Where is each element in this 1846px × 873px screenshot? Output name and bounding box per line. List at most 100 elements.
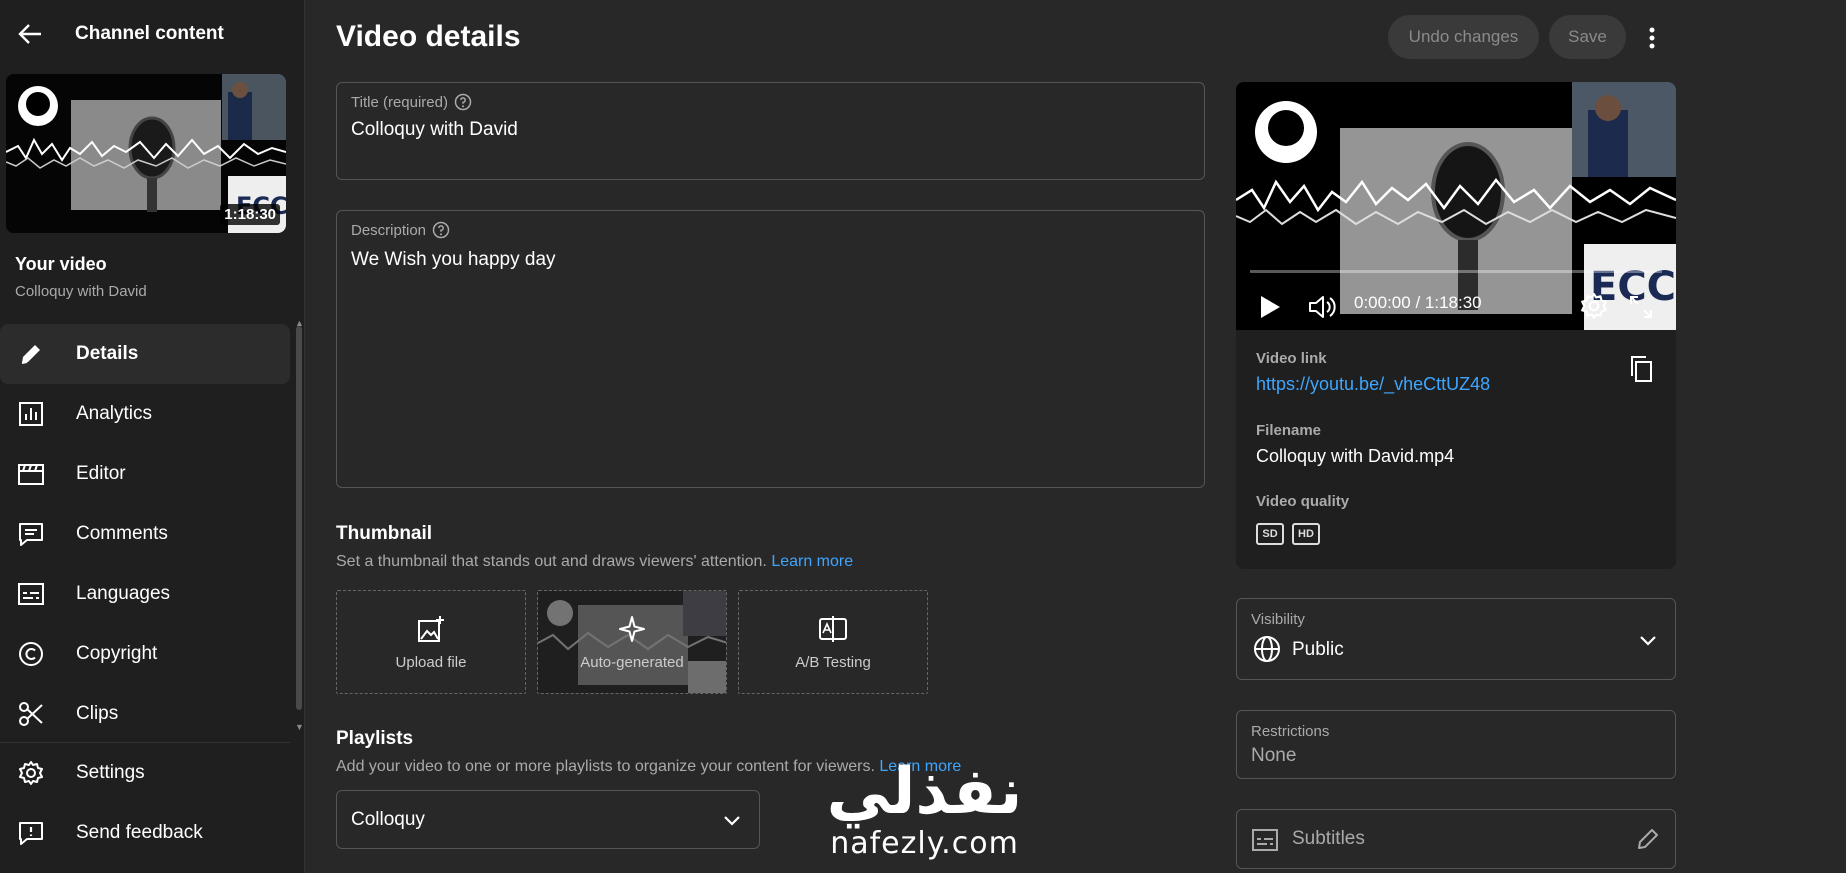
description-input[interactable]: We Wish you happy day [351, 249, 556, 271]
analytics-icon [16, 399, 46, 429]
help-icon[interactable] [432, 221, 450, 239]
restrictions-field[interactable]: Restrictions None [1236, 710, 1676, 779]
help-icon[interactable] [454, 93, 472, 111]
sidebar-item-label: Settings [76, 762, 145, 783]
play-icon[interactable] [1258, 294, 1282, 320]
scroll-up-icon[interactable]: ▲ [295, 318, 304, 328]
fullscreen-icon[interactable] [1628, 294, 1654, 320]
feedback-icon [16, 818, 46, 848]
sd-quality-badge: SD [1256, 523, 1284, 545]
chevron-down-icon [1640, 636, 1656, 646]
watermark-latin: nafezly.com [830, 826, 1019, 861]
sidebar-item-label: Analytics [76, 403, 153, 424]
sidebar-item-send-feedback[interactable]: Send feedback [0, 803, 290, 863]
sidebar-title: Channel content [75, 23, 224, 44]
description-label-text: Description [351, 221, 427, 239]
back-arrow-icon[interactable] [14, 18, 46, 50]
playlists-desc-text: Add your video to one or more playlists … [336, 758, 875, 775]
languages-icon [16, 579, 46, 609]
video-player[interactable]: ECC 0:00:00 / 1:18:30 [1236, 82, 1676, 330]
title-field[interactable]: Title (required) Colloquy with David [336, 82, 1205, 180]
volume-icon[interactable] [1308, 294, 1338, 320]
restrictions-label: Restrictions [1251, 723, 1330, 740]
sparkle-icon [617, 614, 647, 644]
add-image-icon [416, 614, 446, 644]
sidebar-item-label: Copyright [76, 643, 158, 664]
subtitles-field[interactable]: Subtitles [1236, 809, 1676, 869]
comments-icon [16, 519, 46, 549]
title-label-text: Title (required) [351, 93, 448, 111]
upload-file-label: Upload file [395, 653, 467, 671]
sidebar-item-analytics[interactable]: Analytics [0, 384, 290, 444]
undo-changes-button[interactable]: Undo changes [1388, 15, 1539, 59]
filename-value: Colloquy with David.mp4 [1256, 446, 1455, 466]
sidebar-item-settings[interactable]: Settings [0, 743, 290, 803]
sidebar-item-label: Editor [76, 463, 126, 484]
sidebar-item-label: Languages [76, 583, 171, 604]
sidebar-video-name: Colloquy with David [15, 283, 147, 300]
video-link[interactable]: https://youtu.be/_vheCttUZ48 [1256, 374, 1490, 395]
sidebar-scrollbar[interactable] [296, 326, 302, 710]
sidebar-header: Channel content [14, 18, 224, 50]
your-video-label: Your video [15, 254, 107, 274]
video-duration-badge: 1:18:30 [220, 204, 280, 225]
subtitles-placeholder: Subtitles [1292, 828, 1365, 849]
playlist-select[interactable]: Colloquy [336, 790, 760, 849]
video-quality-label: Video quality [1256, 493, 1350, 510]
sidebar-nav: Details Analytics Editor Comments Langua… [0, 324, 290, 744]
description-field[interactable]: Description We Wish you happy day [336, 210, 1205, 488]
sidebar-item-clips[interactable]: Clips [0, 684, 290, 744]
title-input[interactable]: Colloquy with David [351, 119, 518, 141]
sidebar-item-copyright[interactable]: Copyright [0, 624, 290, 684]
sidebar-item-editor[interactable]: Editor [0, 444, 290, 504]
save-button[interactable]: Save [1549, 15, 1626, 59]
sidebar-item-label: Clips [76, 703, 119, 724]
scroll-down-icon[interactable]: ▼ [295, 722, 304, 732]
thumbnail-learn-more-link[interactable]: Learn more [771, 553, 853, 570]
chevron-down-icon [724, 816, 740, 826]
copy-icon[interactable] [1628, 354, 1654, 384]
video-link-label: Video link [1256, 350, 1327, 367]
video-timecode: 0:00:00 / 1:18:30 [1354, 293, 1482, 312]
thumbnail-desc-text: Set a thumbnail that stands out and draw… [336, 553, 767, 570]
playlists-heading: Playlists [336, 728, 414, 749]
sidebar-item-label: Details [76, 343, 139, 364]
ab-testing-option[interactable]: A/B Testing [738, 590, 928, 694]
visibility-select[interactable]: Visibility Public [1236, 598, 1676, 680]
video-info-card: ECC 0:00:00 / 1:18:30 Video link https:/… [1236, 82, 1676, 569]
pencil-icon[interactable] [1635, 826, 1661, 852]
auto-generated-label: Auto-generated [580, 653, 684, 671]
pencil-icon [16, 339, 46, 369]
ab-testing-icon [818, 614, 848, 644]
description-field-label: Description [351, 221, 450, 239]
sidebar: Channel content ECC 1:18:30 Your video C… [0, 0, 305, 873]
gear-icon[interactable] [1580, 292, 1608, 320]
video-progress-bar[interactable] [1250, 270, 1662, 273]
globe-icon [1254, 636, 1280, 662]
visibility-label: Visibility [1251, 611, 1305, 628]
playlists-learn-more-link[interactable]: Learn more [879, 758, 961, 775]
subtitles-icon [1252, 829, 1278, 851]
gear-icon [16, 758, 46, 788]
sidebar-video-thumbnail[interactable]: ECC 1:18:30 [6, 74, 286, 233]
editor-icon [16, 459, 46, 489]
ab-testing-label: A/B Testing [795, 653, 871, 671]
copyright-icon [16, 639, 46, 669]
auto-generated-option[interactable]: Auto-generated [537, 590, 727, 694]
sidebar-item-label: Send feedback [76, 822, 203, 843]
playlists-description: Add your video to one or more playlists … [336, 758, 961, 776]
filename-label: Filename [1256, 422, 1322, 439]
visibility-value: Public [1292, 639, 1344, 660]
playlist-selected-value: Colloquy [351, 809, 425, 830]
thumbnail-description: Set a thumbnail that stands out and draw… [336, 553, 853, 571]
restrictions-value: None [1251, 745, 1297, 766]
sidebar-item-comments[interactable]: Comments [0, 504, 290, 564]
sidebar-item-details[interactable]: Details [0, 324, 290, 384]
scissors-icon [16, 699, 46, 729]
more-options-icon[interactable] [1638, 22, 1666, 54]
sidebar-footer: Settings Send feedback [0, 742, 290, 863]
upload-file-option[interactable]: Upload file [336, 590, 526, 694]
thumbnail-heading: Thumbnail [336, 523, 433, 544]
page-title: Video details [336, 20, 521, 53]
sidebar-item-languages[interactable]: Languages [0, 564, 290, 624]
